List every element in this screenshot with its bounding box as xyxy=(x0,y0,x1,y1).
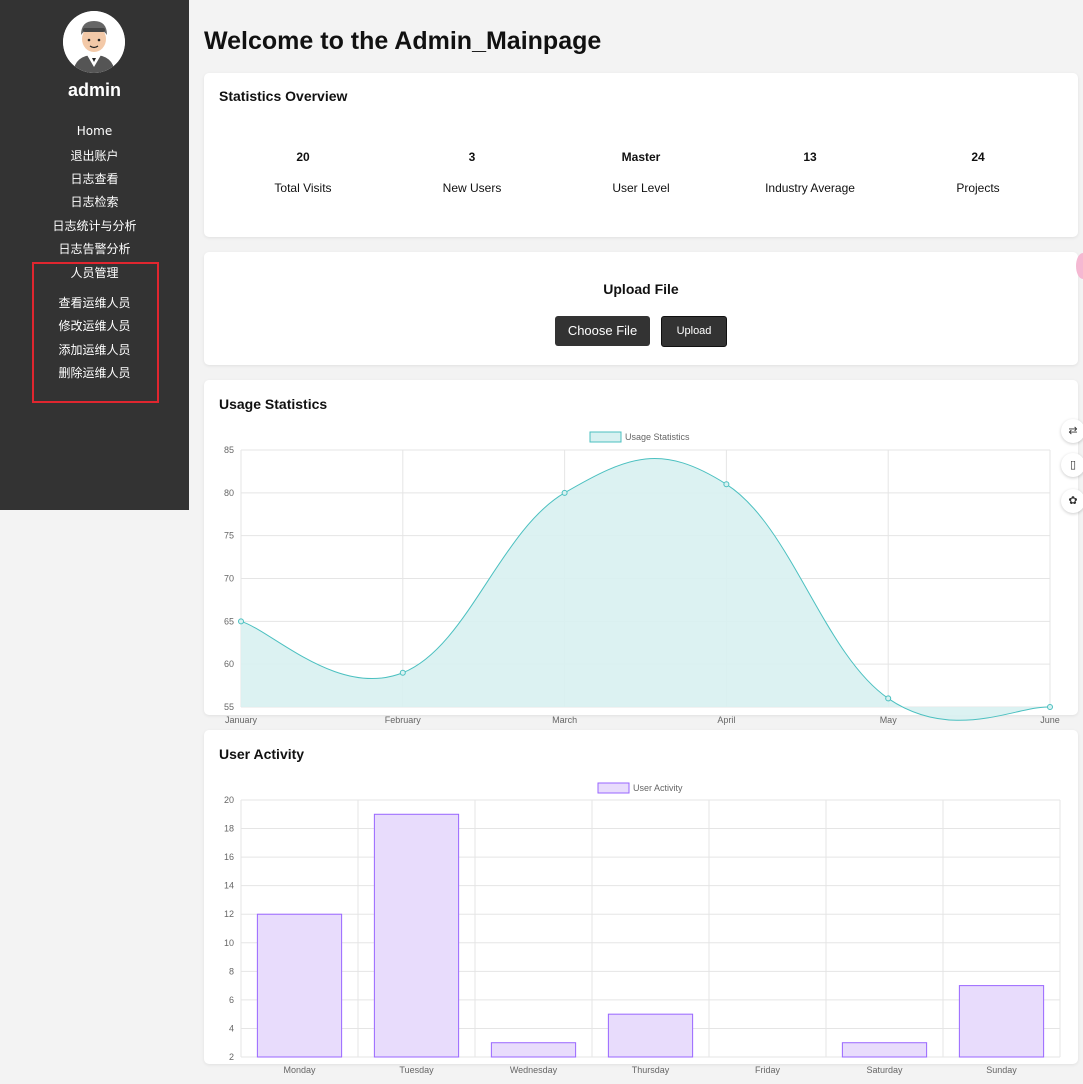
y-tick-label: 60 xyxy=(224,659,234,669)
nav-log-stats[interactable]: 日志统计与分析 xyxy=(0,217,189,234)
upload-button[interactable]: Upload xyxy=(661,316,727,347)
data-point xyxy=(1047,704,1053,710)
username-label: admin xyxy=(67,80,121,100)
avatar xyxy=(63,11,125,73)
usage-title: Usage Statistics xyxy=(219,396,328,412)
bar xyxy=(373,813,460,1058)
legend-label: Usage Statistics xyxy=(625,432,690,442)
x-tick-label: Friday xyxy=(755,1065,781,1075)
data-point xyxy=(723,481,730,488)
stat-industry-average: 13 Industry Average xyxy=(740,150,880,195)
stat-label: New Users xyxy=(442,181,502,195)
activity-chart: User Activity 2 4 6 8 10 12 14 16 18 20 Monday Tuesd… xyxy=(224,782,1061,1075)
stat-total-visits: 20 Total Visits xyxy=(233,150,373,195)
y-tick-label: 2 xyxy=(229,1052,234,1062)
overview-card: Statistics Overview 20 Total Visits 3 Ne… xyxy=(204,73,1078,237)
x-tick-label: Sunday xyxy=(986,1065,1017,1075)
legend-swatch xyxy=(597,782,630,794)
y-tick-label: 65 xyxy=(224,616,234,626)
y-tick-label: 80 xyxy=(224,488,234,498)
nav-log-view[interactable]: 日志查看 xyxy=(0,170,189,187)
bar xyxy=(607,1013,694,1058)
x-tick-label: Tuesday xyxy=(399,1065,434,1075)
y-tick-label: 75 xyxy=(224,531,234,541)
brain-icon[interactable]: ✿ xyxy=(1061,489,1083,513)
nav-logout[interactable]: 退出账户 xyxy=(0,147,189,164)
x-tick-label: Wednesday xyxy=(510,1065,558,1075)
usage-chart: Usage Statistics 55 60 65 70 75 80 85 January Feb… xyxy=(224,431,1060,725)
data-point xyxy=(561,489,568,496)
y-tick-label: 18 xyxy=(224,824,234,834)
x-tick-label: May xyxy=(880,715,898,725)
stat-value: Master xyxy=(621,150,661,164)
stat-value: 20 xyxy=(296,150,310,164)
bar xyxy=(256,913,343,1058)
choose-file-button[interactable]: Choose File xyxy=(555,316,650,346)
upload-title: Upload File xyxy=(603,281,679,297)
bar xyxy=(841,1042,928,1058)
x-tick-label: Monday xyxy=(283,1065,316,1075)
user-avatar-icon xyxy=(63,11,125,73)
data-point xyxy=(885,695,892,702)
stat-value: 3 xyxy=(468,150,476,164)
nav-log-search[interactable]: 日志检索 xyxy=(0,193,189,210)
upload-card: Upload File Choose File Upload xyxy=(204,252,1078,365)
bar xyxy=(490,1042,577,1058)
stat-value: 13 xyxy=(803,150,817,164)
stat-label: Projects xyxy=(956,181,1000,195)
x-tick-label: April xyxy=(717,715,735,725)
translate-icon[interactable]: ⇄ xyxy=(1061,419,1083,443)
legend-label: User Activity xyxy=(633,783,683,793)
area-fill xyxy=(241,458,1050,721)
nav-home[interactable]: Home xyxy=(0,124,189,138)
y-tick-label: 55 xyxy=(224,702,234,712)
y-tick-label: 10 xyxy=(224,938,234,948)
data-point xyxy=(399,669,406,676)
page-title: Welcome to the Admin_Mainpage xyxy=(204,27,602,55)
bar xyxy=(958,985,1045,1058)
y-tick-label: 20 xyxy=(224,795,234,805)
y-tick-label: 14 xyxy=(224,881,234,891)
activity-title: User Activity xyxy=(219,746,305,762)
x-tick-label: January xyxy=(225,715,258,725)
stat-value: 24 xyxy=(971,150,985,164)
book-icon[interactable]: ▯ xyxy=(1061,453,1083,477)
y-tick-label: 8 xyxy=(229,966,234,976)
stat-new-users: 3 New Users xyxy=(402,150,542,195)
x-tick-label: March xyxy=(552,715,577,725)
y-tick-label: 4 xyxy=(229,1023,234,1033)
x-tick-label: Thursday xyxy=(632,1065,670,1075)
y-tick-label: 16 xyxy=(224,852,234,862)
stat-label: User Level xyxy=(612,181,670,195)
highlight-box xyxy=(32,262,159,403)
sidebar: admin Home 退出账户 日志查看 日志检索 日志统计与分析 日志告警分析… xyxy=(0,0,189,510)
stat-label: Industry Average xyxy=(765,181,855,195)
nav-log-alerts[interactable]: 日志告警分析 xyxy=(0,240,189,257)
legend-swatch xyxy=(589,431,622,443)
y-tick-label: 6 xyxy=(229,995,234,1005)
stat-user-level: Master User Level xyxy=(571,150,711,195)
y-tick-label: 12 xyxy=(224,909,234,919)
data-point xyxy=(238,618,244,625)
stat-projects: 24 Projects xyxy=(908,150,1048,195)
y-tick-label: 85 xyxy=(224,445,234,455)
x-tick-label: June xyxy=(1040,715,1060,725)
x-tick-label: February xyxy=(385,715,422,725)
overview-title: Statistics Overview xyxy=(219,88,348,104)
y-tick-label: 70 xyxy=(224,574,234,584)
x-tick-label: Saturday xyxy=(866,1065,903,1075)
floating-widget[interactable] xyxy=(1076,253,1083,279)
stat-label: Total Visits xyxy=(274,181,332,195)
